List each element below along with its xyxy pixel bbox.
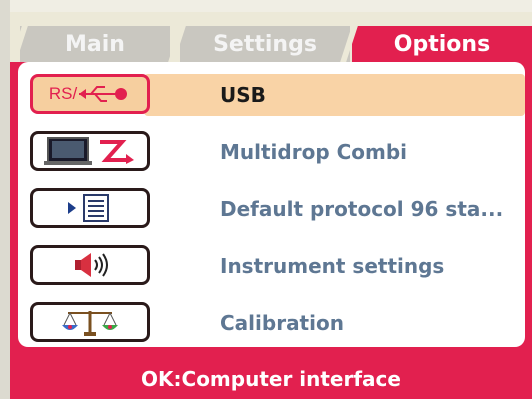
top-stripe <box>0 0 532 12</box>
rs-usb-icon: RS/ <box>30 74 150 114</box>
left-edge <box>0 0 10 399</box>
tab-main-label: Main <box>65 31 125 57</box>
tab-settings[interactable]: Settings <box>180 26 350 62</box>
selection-highlight <box>144 74 525 116</box>
protocol-list-graphic <box>68 194 109 222</box>
menu-item-multidrop-combi[interactable]: Multidrop Combi <box>18 125 525 180</box>
tab-options-label: Options <box>393 31 491 57</box>
rs-usb-icon-text: RS/ <box>48 84 78 103</box>
menu-list: RS/ USB Multidrop Combi Default protocol… <box>18 62 525 347</box>
menu-item-label: Default protocol 96 sta... <box>220 197 504 221</box>
menu-item-usb[interactable]: RS/ USB <box>18 68 525 123</box>
monitor-dispenser-icon <box>30 131 150 171</box>
status-bar: OK:Computer interface <box>10 358 532 399</box>
monitor-dispenser-graphic <box>44 137 134 165</box>
tab-main[interactable]: Main <box>20 26 170 62</box>
menu-item-label: USB <box>220 83 266 107</box>
menu-item-label: Multidrop Combi <box>220 140 408 164</box>
tab-settings-label: Settings <box>213 31 317 57</box>
menu-item-calibration[interactable]: Calibration <box>18 296 525 351</box>
tab-bar: Main Settings Options <box>10 12 532 62</box>
menu-item-instrument-settings[interactable]: Instrument settings <box>18 239 525 294</box>
menu-item-label: Calibration <box>220 311 344 335</box>
menu-item-label: Instrument settings <box>220 254 445 278</box>
speaker-icon <box>30 245 150 285</box>
status-text: OK:Computer interface <box>141 366 401 391</box>
menu-item-default-protocol[interactable]: Default protocol 96 sta... <box>18 182 525 237</box>
balance-scale-graphic <box>62 311 118 336</box>
protocol-list-icon <box>30 188 150 228</box>
tab-options[interactable]: Options <box>352 26 532 62</box>
options-panel: Main Settings Options RS/ USB Multidrop … <box>10 12 532 399</box>
speaker-graphic <box>75 253 108 277</box>
usb-symbol-icon <box>79 86 128 102</box>
balance-scale-icon <box>30 302 150 342</box>
